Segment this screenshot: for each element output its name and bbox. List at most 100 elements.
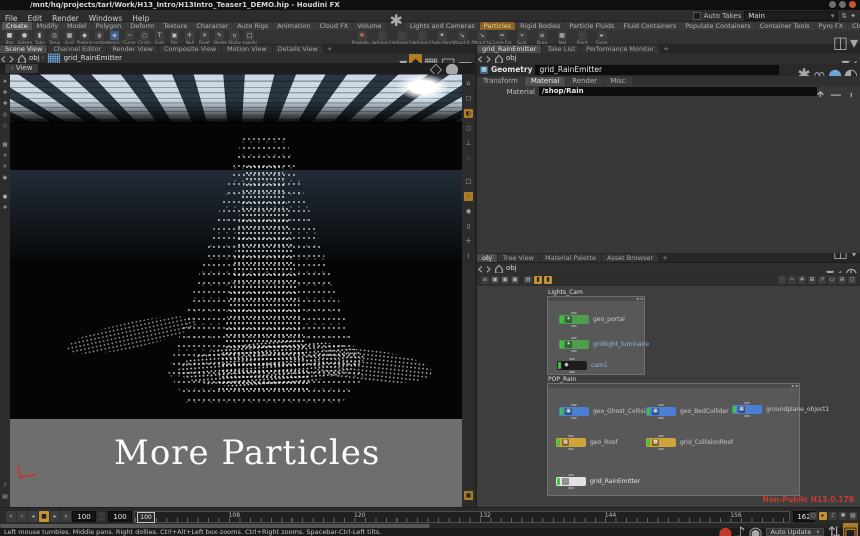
shelf-tab-volume[interactable]: Volume <box>353 22 385 30</box>
minimize-button[interactable] <box>829 1 836 8</box>
view-tab[interactable]: ‹ View <box>5 64 38 73</box>
lights-icon[interactable]: ☀ <box>3 163 8 171</box>
node-geo-ghost-collision[interactable]: ▦geo_Ghost_Collision <box>559 407 589 416</box>
frame-view-icon[interactable]: ◻ <box>464 94 473 103</box>
pane-tab-render-view[interactable]: Render View <box>107 45 158 53</box>
settings-icon[interactable]: ✱ <box>839 512 847 520</box>
prev-key-icon[interactable]: ‹ <box>17 511 27 522</box>
wire-icon[interactable]: ○ <box>464 124 473 133</box>
shelf-tab-container-tools[interactable]: Container Tools <box>756 22 814 30</box>
stop-icon[interactable]: ■ <box>39 511 49 522</box>
align-icon[interactable]: ⊞ <box>808 276 816 284</box>
loop-icon[interactable]: ○ <box>809 512 817 520</box>
group-select-icon[interactable]: □ <box>464 177 473 186</box>
material-path-field[interactable]: /shop/Rain <box>539 87 817 96</box>
param-tab-transform[interactable]: Transform <box>477 77 524 86</box>
realtime-icon[interactable]: ▸ <box>819 512 827 520</box>
split-pane-icon[interactable]: ◫ <box>833 33 848 52</box>
output-connector[interactable] <box>571 417 577 419</box>
node-gridlight-luminaire[interactable]: ☀gridlight_luminaire <box>559 340 589 349</box>
dots-icon[interactable]: ⋮ <box>778 276 786 284</box>
visibility-icon[interactable]: ◉ <box>464 207 473 216</box>
display-flag[interactable] <box>557 478 560 485</box>
image-icon[interactable]: ▤ <box>524 276 532 284</box>
new-tab-button[interactable]: + <box>324 45 336 53</box>
playhead-marker[interactable]: 100 <box>137 512 155 523</box>
hand-icon[interactable]: ✥ <box>3 89 8 97</box>
node-grid-rainemitter[interactable]: ∴grid_RainEmitter <box>556 477 586 486</box>
caret-left-icon[interactable]: ‹ <box>11 64 14 73</box>
shelf-tab-animation[interactable]: Animation <box>273 22 314 30</box>
timeline-ruler[interactable]: 100 108120132144156 <box>134 511 790 523</box>
spinner-icon[interactable]: ⇅ <box>841 12 847 20</box>
input-connector[interactable] <box>658 404 664 406</box>
input-connector[interactable] <box>571 337 577 339</box>
input-connector[interactable] <box>658 435 664 437</box>
flipbook-icon[interactable]: ▤ <box>2 493 7 501</box>
display-flag[interactable] <box>647 408 650 415</box>
bell-icon[interactable]: ✦ <box>850 12 856 20</box>
node-cam1[interactable]: ◉cam1 <box>557 361 587 370</box>
pane-tab-tree-view[interactable]: Tree View <box>498 254 539 262</box>
pane-tab-material-palette[interactable]: Material Palette <box>540 254 601 262</box>
path-segment-grid-rainemitter[interactable]: grid_RainEmitter <box>64 54 122 62</box>
speaker-icon[interactable]: ♪ <box>735 523 745 536</box>
move-icon[interactable]: ✚ <box>3 100 8 108</box>
range-button[interactable] <box>98 512 105 516</box>
shelf-tab-texture[interactable]: Texture <box>159 22 191 30</box>
input-connector[interactable] <box>568 435 574 437</box>
param-tab-material[interactable]: Material <box>525 77 565 86</box>
new-tab-button[interactable]: + <box>660 45 672 53</box>
path-segment-obj[interactable]: obj <box>506 264 517 272</box>
shelf-tab-polygon[interactable]: Polygon <box>92 22 126 30</box>
shelf-tab-cloud-fx[interactable]: Cloud FX <box>315 22 352 30</box>
scale-icon[interactable]: ◇ <box>3 122 7 130</box>
range-start-field[interactable]: 100 <box>72 511 96 522</box>
output-connector[interactable] <box>569 371 575 373</box>
param-tab-misc[interactable]: Misc <box>604 77 631 86</box>
shelf-tab-pyro-fx[interactable]: Pyro FX <box>815 22 848 30</box>
input-connector[interactable] <box>571 404 577 406</box>
output-connector[interactable] <box>658 448 664 450</box>
shelf-tab-auto-rigs[interactable]: Auto Rigs <box>233 22 272 30</box>
takes-folder-icon[interactable]: ▣ <box>843 523 858 536</box>
list-icon[interactable]: ≡ <box>481 276 489 284</box>
display-flag[interactable] <box>557 439 560 446</box>
display-flag[interactable] <box>647 439 650 446</box>
input-connector[interactable] <box>568 474 574 476</box>
node-name-field[interactable]: grid_RainEmitter <box>535 65 779 75</box>
current-frame-field[interactable]: 100 <box>108 511 132 522</box>
input-connector[interactable] <box>571 312 577 314</box>
jump-end-icon[interactable]: » <box>61 511 71 522</box>
node-grid-collisionroof[interactable]: ▩grid_CollisionRoof <box>646 438 676 447</box>
camera-lock-icon[interactable]: ▣ <box>464 491 473 500</box>
flag-yellow-icon[interactable]: ▮ <box>534 276 542 284</box>
shelf-tab-character[interactable]: Character <box>192 22 232 30</box>
network-canvas[interactable]: Non-Public H13.0.178 Lights_Cam☀geo_port… <box>477 286 860 507</box>
shelf-tab-rigid-bodies[interactable]: Rigid Bodies <box>516 22 564 30</box>
new-tab-button[interactable]: + <box>659 254 671 262</box>
jump-start-icon[interactable]: « <box>6 511 16 522</box>
node-groundplane-object1[interactable]: ▦groundplane_object1 <box>732 405 762 414</box>
display-flag[interactable] <box>558 362 561 369</box>
node-geo-portal[interactable]: ☀geo_portal <box>559 315 589 324</box>
template-node-icon[interactable]: ▣ <box>511 276 519 284</box>
take-select[interactable]: Main ▾ <box>744 11 838 21</box>
record-dot-icon[interactable]: ● <box>718 523 732 536</box>
netbox-pop-rain[interactable]: POP_Rain▦geo_Ghost_Collision▦geo_BedColl… <box>547 383 800 496</box>
play-icon[interactable]: ▸ <box>50 511 60 522</box>
shelf-tab-particle-fluids[interactable]: Particle Fluids <box>565 22 618 30</box>
output-connector[interactable] <box>658 417 664 419</box>
pane-tab-motion-view[interactable]: Motion View <box>222 45 272 53</box>
pane-tab-details-view[interactable]: Details View <box>273 45 323 53</box>
prev-frame-icon[interactable]: ◂ <box>28 511 38 522</box>
pane-tab-composite-view[interactable]: Composite View <box>159 45 221 53</box>
shelf-tab-deform[interactable]: Deform <box>126 22 158 30</box>
output-connector[interactable] <box>571 325 577 327</box>
input-connector[interactable] <box>744 402 750 404</box>
shelf-tab-create[interactable]: Create <box>2 22 32 30</box>
shelf-tab-fluid-containers[interactable]: Fluid Containers <box>619 22 680 30</box>
audio-icon[interactable]: ♪ <box>829 512 837 520</box>
display-flag[interactable] <box>560 408 563 415</box>
info-icon[interactable]: i <box>464 252 473 261</box>
